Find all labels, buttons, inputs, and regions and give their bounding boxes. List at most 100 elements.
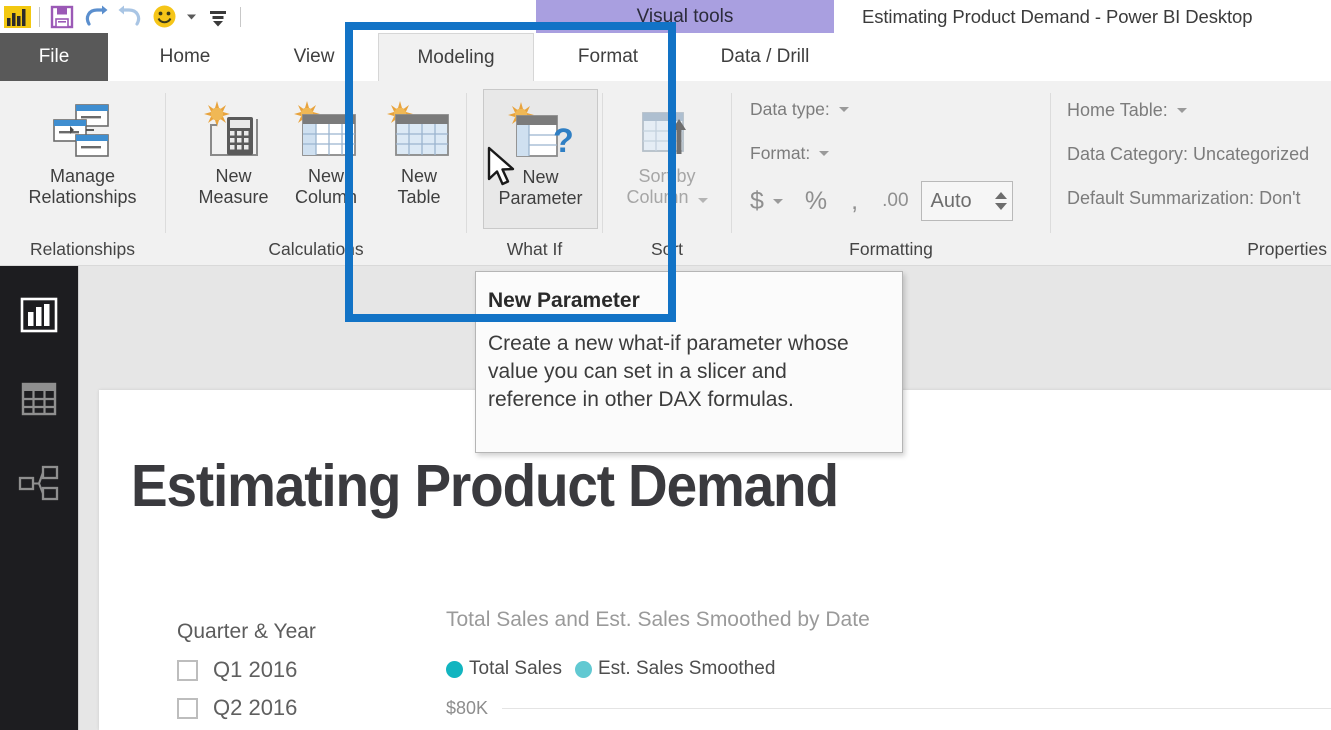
sidebar-item-data[interactable]: [0, 364, 78, 434]
sort-by-column-icon: [635, 89, 699, 161]
customize-quick-access-toolbar-icon[interactable]: [201, 0, 235, 33]
data-type-label: Data type:: [750, 99, 830, 119]
chart-title: Total Sales and Est. Sales Smoothed by D…: [446, 608, 870, 631]
format-control[interactable]: Format:: [750, 143, 830, 164]
tab-format[interactable]: Format: [542, 33, 674, 81]
sort-by-column-button[interactable]: Sort by Column: [613, 89, 721, 208]
tab-file-label: File: [38, 46, 70, 67]
slicer-item-label: Q1 2016: [213, 657, 298, 682]
save-icon[interactable]: [45, 0, 79, 33]
slicer-item-label: Q2 2016: [213, 695, 298, 720]
tooltip-title: New Parameter: [488, 289, 640, 312]
manage-relationships-button[interactable]: Manage Relationships: [10, 89, 155, 208]
sort-by-column-dropdown-icon[interactable]: [697, 197, 708, 203]
mouse-cursor-icon: [487, 146, 521, 197]
quarter-year-slicer[interactable]: Quarter & Year Q1 2016 Q2 2016: [177, 620, 316, 730]
tab-view-label: View: [293, 46, 335, 67]
new-table-button[interactable]: New Table: [372, 89, 466, 208]
slicer-checkbox[interactable]: [177, 697, 198, 719]
ribbon-group-label-relationships: Relationships: [29, 239, 136, 259]
ribbon-group-relationships: Manage Relationships Relationships: [0, 81, 165, 266]
decimal-places-value: Auto: [930, 189, 972, 212]
data-type-control[interactable]: Data type:: [750, 99, 849, 120]
window-title: Estimating Product Demand - Power BI Des…: [862, 5, 1253, 27]
ribbon-group-sort: Sort by Column Sort: [603, 81, 731, 266]
manage-relationships-icon: [50, 89, 116, 161]
slicer-item[interactable]: Q1 2016: [177, 657, 316, 683]
tab-file[interactable]: File: [0, 33, 108, 81]
tab-data-drill[interactable]: Data / Drill: [682, 33, 848, 81]
view-navigation-bar: [0, 266, 78, 730]
legend-label: Est. Sales Smoothed: [597, 658, 776, 679]
decimal-places-spinner-icon[interactable]: [994, 192, 1007, 210]
new-column-button[interactable]: New Column: [278, 89, 374, 208]
data-type-dropdown-icon[interactable]: [838, 107, 849, 112]
slicer-checkbox[interactable]: [177, 659, 198, 681]
new-measure-button[interactable]: New Measure: [186, 89, 281, 208]
new-column-icon: [293, 89, 359, 161]
ribbon-group-label-sort: Sort: [650, 239, 684, 259]
tab-modeling[interactable]: Modeling: [378, 33, 534, 81]
ribbon-group-label-properties: Properties: [1247, 239, 1327, 259]
home-table-dropdown-icon[interactable]: [1176, 108, 1187, 113]
slicer-title: Quarter & Year: [177, 620, 316, 643]
decimal-places-stepper[interactable]: Auto: [920, 181, 1013, 221]
manage-relationships-label: Manage Relationships: [28, 166, 137, 207]
tab-home[interactable]: Home: [120, 33, 250, 81]
home-table-label: Home Table:: [1067, 100, 1168, 120]
format-dropdown-icon[interactable]: [819, 151, 830, 156]
percent-format-button[interactable]: %: [805, 187, 827, 216]
tab-home-label: Home: [159, 46, 211, 67]
decimal-places-button[interactable]: .00: [882, 190, 908, 212]
report-page-title: Estimating Product Demand: [131, 453, 839, 519]
legend-item[interactable]: Est. Sales Smoothed: [574, 658, 776, 680]
contextual-tab-visual-tools: Visual tools: [536, 0, 834, 33]
sidebar-item-model[interactable]: [0, 448, 78, 518]
ribbon-group-label-what-if: What If: [506, 239, 563, 259]
legend-color-dot: [446, 660, 463, 678]
ribbon-group-calculations: New Measure New Column New Table Calcula…: [166, 81, 466, 266]
qat-separator-1: [39, 6, 40, 27]
smiley-icon[interactable]: [147, 0, 181, 33]
data-category-label: Data Category: Uncategorized: [1067, 144, 1310, 164]
chart-gridline: [502, 708, 1331, 709]
ribbon: Manage Relationships Relationships New M…: [0, 81, 1331, 266]
data-category-control[interactable]: Data Category: Uncategorized: [1067, 144, 1309, 165]
quick-access-toolbar: [0, 0, 246, 33]
tab-view[interactable]: View: [258, 33, 370, 81]
qat-separator-2: [240, 6, 241, 27]
tab-format-label: Format: [577, 46, 639, 67]
smiley-dropdown-icon[interactable]: [181, 0, 201, 33]
sort-by-column-label: Sort by Column: [626, 166, 708, 208]
chart-y-axis-row: $80K: [446, 698, 1331, 719]
currency-dropdown-icon[interactable]: [772, 198, 783, 204]
model-view-icon: [18, 465, 59, 501]
default-summarization-control[interactable]: Default Summarization: Don't: [1067, 188, 1301, 209]
svg-text:?: ?: [553, 122, 574, 160]
ribbon-group-properties: Home Table: Data Category: Uncategorized…: [1051, 81, 1331, 266]
legend-item[interactable]: Total Sales: [446, 658, 562, 680]
ribbon-group-formatting: Data type: Format: $ % , .00 Auto Format…: [732, 81, 1050, 266]
power-bi-desktop-window: Estimating Product Demand - Power BI Des…: [0, 0, 1331, 730]
ribbon-group-label-formatting: Formatting: [849, 239, 933, 259]
sidebar-item-report[interactable]: [0, 280, 78, 350]
tooltip-body: Create a new what-if parameter whose val…: [488, 332, 849, 411]
redo-icon[interactable]: [113, 0, 147, 33]
data-view-icon: [21, 382, 57, 416]
new-column-label: New Column: [294, 166, 358, 207]
home-table-control[interactable]: Home Table:: [1067, 100, 1187, 121]
slicer-item[interactable]: Q2 2016: [177, 695, 316, 721]
thousands-separator-button[interactable]: ,: [851, 187, 858, 216]
sales-line-chart[interactable]: Total Sales and Est. Sales Smoothed by D…: [446, 608, 1331, 719]
default-summarization-label: Default Summarization: Don't: [1067, 188, 1301, 208]
currency-format-button[interactable]: $: [750, 187, 764, 216]
power-bi-logo-icon: [0, 0, 34, 33]
chart-legend: Total Sales Est. Sales Smoothed: [446, 658, 1331, 680]
new-measure-icon: [203, 89, 265, 161]
new-table-label: New Table: [397, 166, 441, 207]
ribbon-group-label-calculations: Calculations: [268, 239, 364, 259]
new-table-icon: [386, 89, 452, 161]
undo-icon[interactable]: [79, 0, 113, 33]
report-view-icon: [20, 297, 58, 333]
y-axis-tick-label: $80K: [446, 698, 489, 718]
